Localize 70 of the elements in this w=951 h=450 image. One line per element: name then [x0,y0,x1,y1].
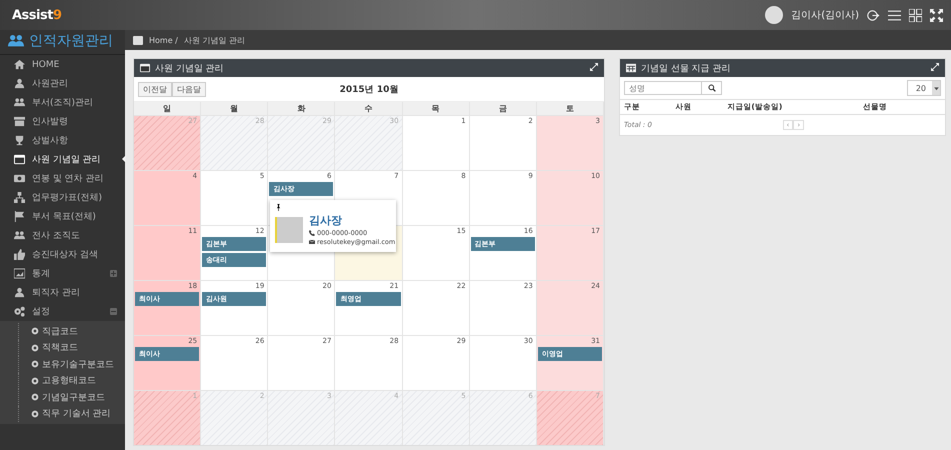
sidebar-item[interactable]: 연봉 및 연차 관리 [0,169,125,188]
search-icon [708,84,716,92]
sitemap-icon [14,192,25,203]
gears-icon [14,306,25,317]
menu-icon [888,8,901,22]
people-icon [14,230,25,241]
sidebar-item[interactable]: HOME [0,55,125,74]
sidebar-item[interactable]: 통계 [0,264,125,283]
user-name[interactable]: 김이사(김이사) [791,8,859,22]
chart-icon [14,268,25,279]
search-field[interactable]: 성명 [624,81,702,95]
submenu-item[interactable]: 보유기술구분코드 [18,356,125,372]
archive-icon [14,116,25,127]
breadcrumb-link[interactable]: Home / [149,36,178,44]
weekday-header: 화 [268,102,336,115]
weekday-header: 수 [335,102,403,115]
sidebar-item[interactable]: 사원관리 [0,74,125,93]
submenu-item[interactable]: 직무 기술서 관리 [18,406,125,422]
submenu-item[interactable]: 직급코드 [18,323,125,340]
sidebar-item[interactable]: 상벌사항 [0,131,125,150]
calendar-icon [140,63,150,73]
grid-icon [909,8,922,22]
expand-icon [931,62,939,70]
submenu-item[interactable]: 직책코드 [18,340,125,356]
sidebar-item[interactable]: 퇴직자 관리 [0,283,125,302]
page-size-select[interactable]: 20 [906,80,941,96]
calendar-icon [14,154,25,165]
logo: Assist9 [11,8,62,22]
sidebar-item[interactable]: 전사 조직도 [0,226,125,245]
sidebar-item[interactable]: 인사발령 [0,112,125,131]
flag-icon [14,211,25,222]
search-button[interactable] [702,81,722,95]
avatar [275,216,303,242]
submenu-item[interactable]: 고용형태코드 [18,372,125,389]
prev-month-button[interactable]: 이전달 [138,82,172,96]
people-icon [8,33,24,49]
submenu-item[interactable]: 기념일구분코드 [18,389,125,406]
fullscreen-icon [930,8,943,22]
logout-icon [867,8,880,22]
pin-icon [275,204,282,211]
weekday-header: 목 [402,102,470,115]
sidebar-item[interactable]: 부서 목표(전체) [0,207,125,226]
caret-icon [932,84,940,92]
person-icon [14,78,25,89]
panel-title: 사원 기념일 관리 [155,62,224,74]
table-icon [626,63,636,73]
person-icon [14,287,25,298]
weekday-header: 토 [536,102,604,115]
thumbs-up-icon [14,249,25,260]
avatar[interactable] [765,6,784,24]
month-title: 2015년 10월 [340,84,398,96]
sidebar-item[interactable]: 업무평가표(전체) [0,188,125,207]
sidebar-item[interactable]: 설정 [0,302,125,321]
sidebar-item[interactable]: 사원 기념일 관리 [0,150,125,169]
money-icon [14,173,25,184]
weekday-header: 금 [470,102,537,115]
weekday-header: 일 [134,102,202,115]
people-icon [14,97,25,108]
expand-icon [590,62,598,70]
sidebar-title: 인적자원관리 [29,32,113,50]
phone-icon [309,230,315,236]
house-icon [14,59,25,70]
mail-icon [309,239,315,245]
breadcrumb-current: 사원 기념일 관리 [184,34,245,46]
weekday-header: 월 [201,102,268,115]
trophy-icon [14,135,25,146]
panel-title: 기념일 선물 지급 관리 [641,62,731,74]
sidebar-item[interactable]: 부서(조직)관리 [0,93,125,112]
sidebar-item[interactable]: 승진대상자 검색 [0,245,125,264]
next-month-button[interactable]: 다음달 [172,82,206,96]
